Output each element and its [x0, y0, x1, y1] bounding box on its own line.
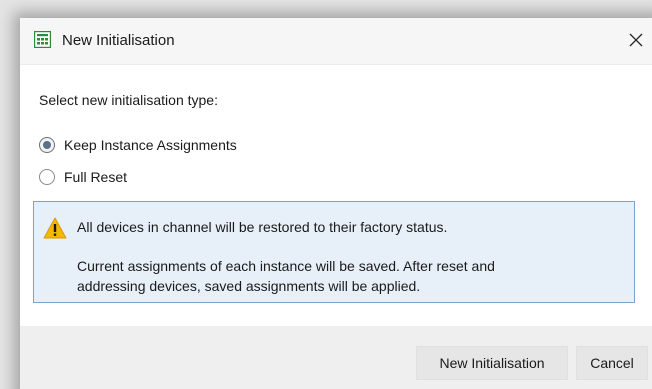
warning-detail-line-1: Current assignments of each instance wil…: [77, 258, 495, 274]
warning-triangle-icon: [43, 217, 67, 239]
warning-panel: All devices in channel will be restored …: [33, 201, 635, 303]
grid-window-icon: [34, 31, 51, 48]
screen: New Initialisation Select new initialisa…: [0, 0, 652, 389]
option-keep-instance-assignments[interactable]: Keep Instance Assignments: [39, 135, 237, 155]
warning-detail-line-2: addressing devices, saved assignments wi…: [77, 278, 421, 294]
radio-button[interactable]: [39, 169, 55, 185]
close-icon[interactable]: [624, 28, 648, 52]
new-initialisation-dialog: New Initialisation Select new initialisa…: [20, 18, 652, 389]
warning-headline: All devices in channel will be restored …: [77, 219, 448, 235]
dialog-title: New Initialisation: [62, 32, 175, 49]
option-full-reset[interactable]: Full Reset: [39, 167, 127, 187]
option-label: Full Reset: [64, 169, 128, 185]
new-initialisation-button[interactable]: New Initialisation: [416, 346, 568, 380]
cancel-button[interactable]: Cancel: [576, 346, 648, 380]
initialisation-type-prompt: Select new initialisation type:: [39, 92, 218, 108]
title-bar: New Initialisation: [20, 18, 652, 65]
option-label: Keep Instance Assignments: [64, 137, 237, 153]
radio-button-checked[interactable]: [39, 137, 55, 153]
